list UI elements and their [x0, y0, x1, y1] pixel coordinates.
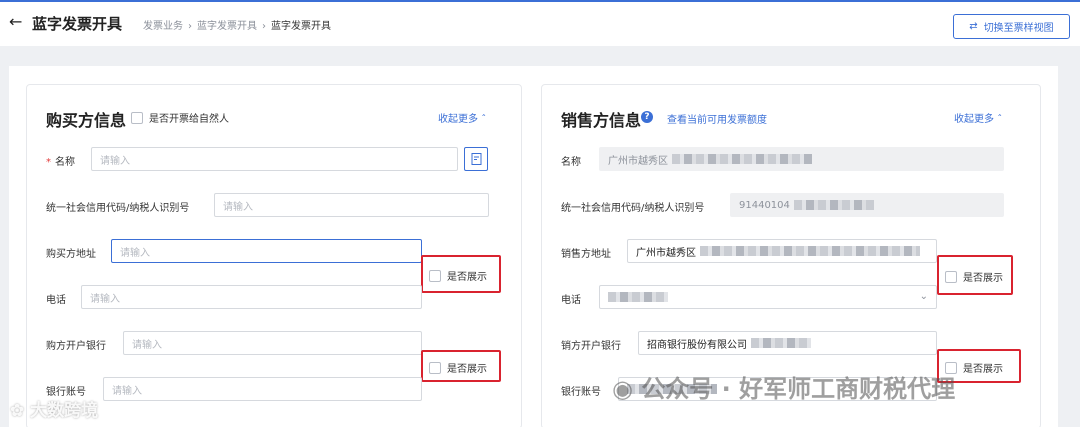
- switch-view-label: 切换至票样视图: [983, 23, 1054, 34]
- checkbox-box[interactable]: [131, 111, 143, 124]
- seller-collapse-link[interactable]: 收起更多 ˆ: [954, 110, 1002, 125]
- seller-taxid-field: 91440104: [730, 193, 1004, 217]
- show-label: 是否展示: [963, 273, 1003, 284]
- seller-address-input[interactable]: 广州市越秀区: [627, 239, 937, 263]
- watermark-left: ✿ 大数跨境: [10, 396, 98, 421]
- seller-taxid-label: 统一社会信用代码/纳税人识别号: [561, 203, 705, 214]
- buyer-name-label: * 名称: [46, 153, 75, 168]
- redacted-text: [608, 292, 668, 302]
- breadcrumb: 发票业务 › 蓝字发票开具 › 蓝字发票开具: [143, 17, 331, 32]
- checkbox-box[interactable]: [945, 270, 957, 283]
- switch-view-button[interactable]: ⇄ 切换至票样视图: [953, 14, 1070, 39]
- chevron-right-icon: ›: [262, 21, 266, 32]
- breadcrumb-item-2[interactable]: 蓝字发票开具: [197, 21, 257, 32]
- checkbox-box[interactable]: [429, 269, 441, 282]
- wechat-icon: ◉: [612, 375, 633, 403]
- buyer-collapse-link[interactable]: 收起更多 ˆ: [438, 110, 486, 125]
- buyer-phone-label: 电话: [46, 295, 66, 306]
- seller-taxid-value: 91440104: [739, 199, 790, 211]
- seller-bank-input[interactable]: 招商银行股份有限公司: [638, 331, 937, 355]
- seller-address-label: 销售方地址: [561, 249, 611, 260]
- logo-icon: ✿: [10, 401, 25, 421]
- seller-name-value: 广州市越秀区: [608, 155, 668, 167]
- natural-person-label: 是否开票给自然人: [149, 114, 229, 125]
- top-bar: ← 蓝字发票开具 发票业务 › 蓝字发票开具 › 蓝字发票开具 ⇄ 切换至票样视图: [0, 0, 1080, 46]
- redacted-text: [751, 338, 811, 348]
- swap-icon: ⇄: [969, 21, 978, 32]
- redacted-text: [700, 246, 920, 256]
- chevron-right-icon: ›: [188, 21, 192, 32]
- checkbox-box[interactable]: [429, 361, 441, 374]
- seller-name-label: 名称: [561, 157, 581, 168]
- breadcrumb-item-current: 蓝字发票开具: [271, 21, 331, 32]
- watermark-center: ◉ 公众号 · 好军师工商财税代理: [612, 369, 955, 404]
- seller-phone-label: 电话: [561, 295, 581, 306]
- chevron-up-icon: ˆ: [997, 114, 1003, 125]
- seller-address-show-checkbox[interactable]: 是否展示: [945, 269, 1003, 284]
- seller-account-label: 银行账号: [561, 387, 601, 398]
- buyer-account-input[interactable]: 请输入: [103, 377, 422, 401]
- breadcrumb-item-1[interactable]: 发票业务: [143, 21, 183, 32]
- buyer-section-title: 购买方信息: [46, 111, 127, 130]
- seller-address-value: 广州市越秀区: [636, 247, 696, 259]
- seller-section-title: 销售方信息: [561, 111, 642, 130]
- watermark-left-text: 大数跨境: [30, 401, 99, 421]
- view-quota-link[interactable]: 查看当前可用发票额度: [667, 111, 767, 126]
- show-label: 是否展示: [447, 272, 487, 283]
- buyer-phone-input[interactable]: 请输入: [81, 285, 422, 309]
- name-label-text: 名称: [55, 157, 75, 168]
- help-icon[interactable]: ?: [641, 111, 653, 123]
- redacted-text: [672, 154, 812, 164]
- collapse-label: 收起更多: [438, 114, 478, 125]
- buyer-name-input[interactable]: 请输入: [91, 147, 458, 171]
- watermark-text: 公众号 · 好军师工商财税代理: [641, 375, 956, 403]
- page-title: 蓝字发票开具: [32, 15, 123, 33]
- buyer-address-show-checkbox[interactable]: 是否展示: [429, 268, 487, 283]
- highlight-box: 是否展示: [421, 350, 501, 382]
- natural-person-checkbox[interactable]: 是否开票给自然人: [131, 110, 229, 125]
- buyer-bank-label: 购方开户银行: [46, 341, 106, 352]
- chevron-up-icon: ˆ: [481, 114, 487, 125]
- collapse-label: 收起更多: [954, 114, 994, 125]
- buyer-taxid-input[interactable]: 请输入: [214, 193, 489, 217]
- buyer-taxid-label: 统一社会信用代码/纳税人识别号: [46, 203, 190, 214]
- seller-phone-select[interactable]: ⌄: [599, 285, 937, 309]
- book-icon: [471, 153, 481, 165]
- buyer-bank-input[interactable]: 请输入: [123, 331, 422, 355]
- show-label: 是否展示: [963, 364, 1003, 375]
- buyer-address-label: 购买方地址: [46, 249, 96, 260]
- contacts-book-button[interactable]: [464, 147, 488, 171]
- buyer-address-input[interactable]: 请输入: [111, 239, 422, 263]
- chevron-down-icon: ⌄: [919, 291, 928, 302]
- required-marker: *: [46, 157, 51, 168]
- highlight-box: 是否展示: [421, 255, 501, 293]
- buyer-panel: 购买方信息 是否开票给自然人 收起更多 ˆ * 名称 请输入 统一社会信用代码/纳…: [26, 84, 522, 427]
- seller-name-field: 广州市越秀区: [599, 147, 1004, 171]
- redacted-text: [793, 200, 874, 210]
- buyer-bank-show-checkbox[interactable]: 是否展示: [429, 360, 487, 375]
- show-label: 是否展示: [447, 364, 487, 375]
- seller-bank-label: 销方开户银行: [561, 341, 621, 352]
- arrow-left-icon[interactable]: ←: [9, 12, 22, 31]
- seller-bank-value: 招商银行股份有限公司: [647, 339, 747, 351]
- highlight-box: 是否展示: [937, 255, 1013, 295]
